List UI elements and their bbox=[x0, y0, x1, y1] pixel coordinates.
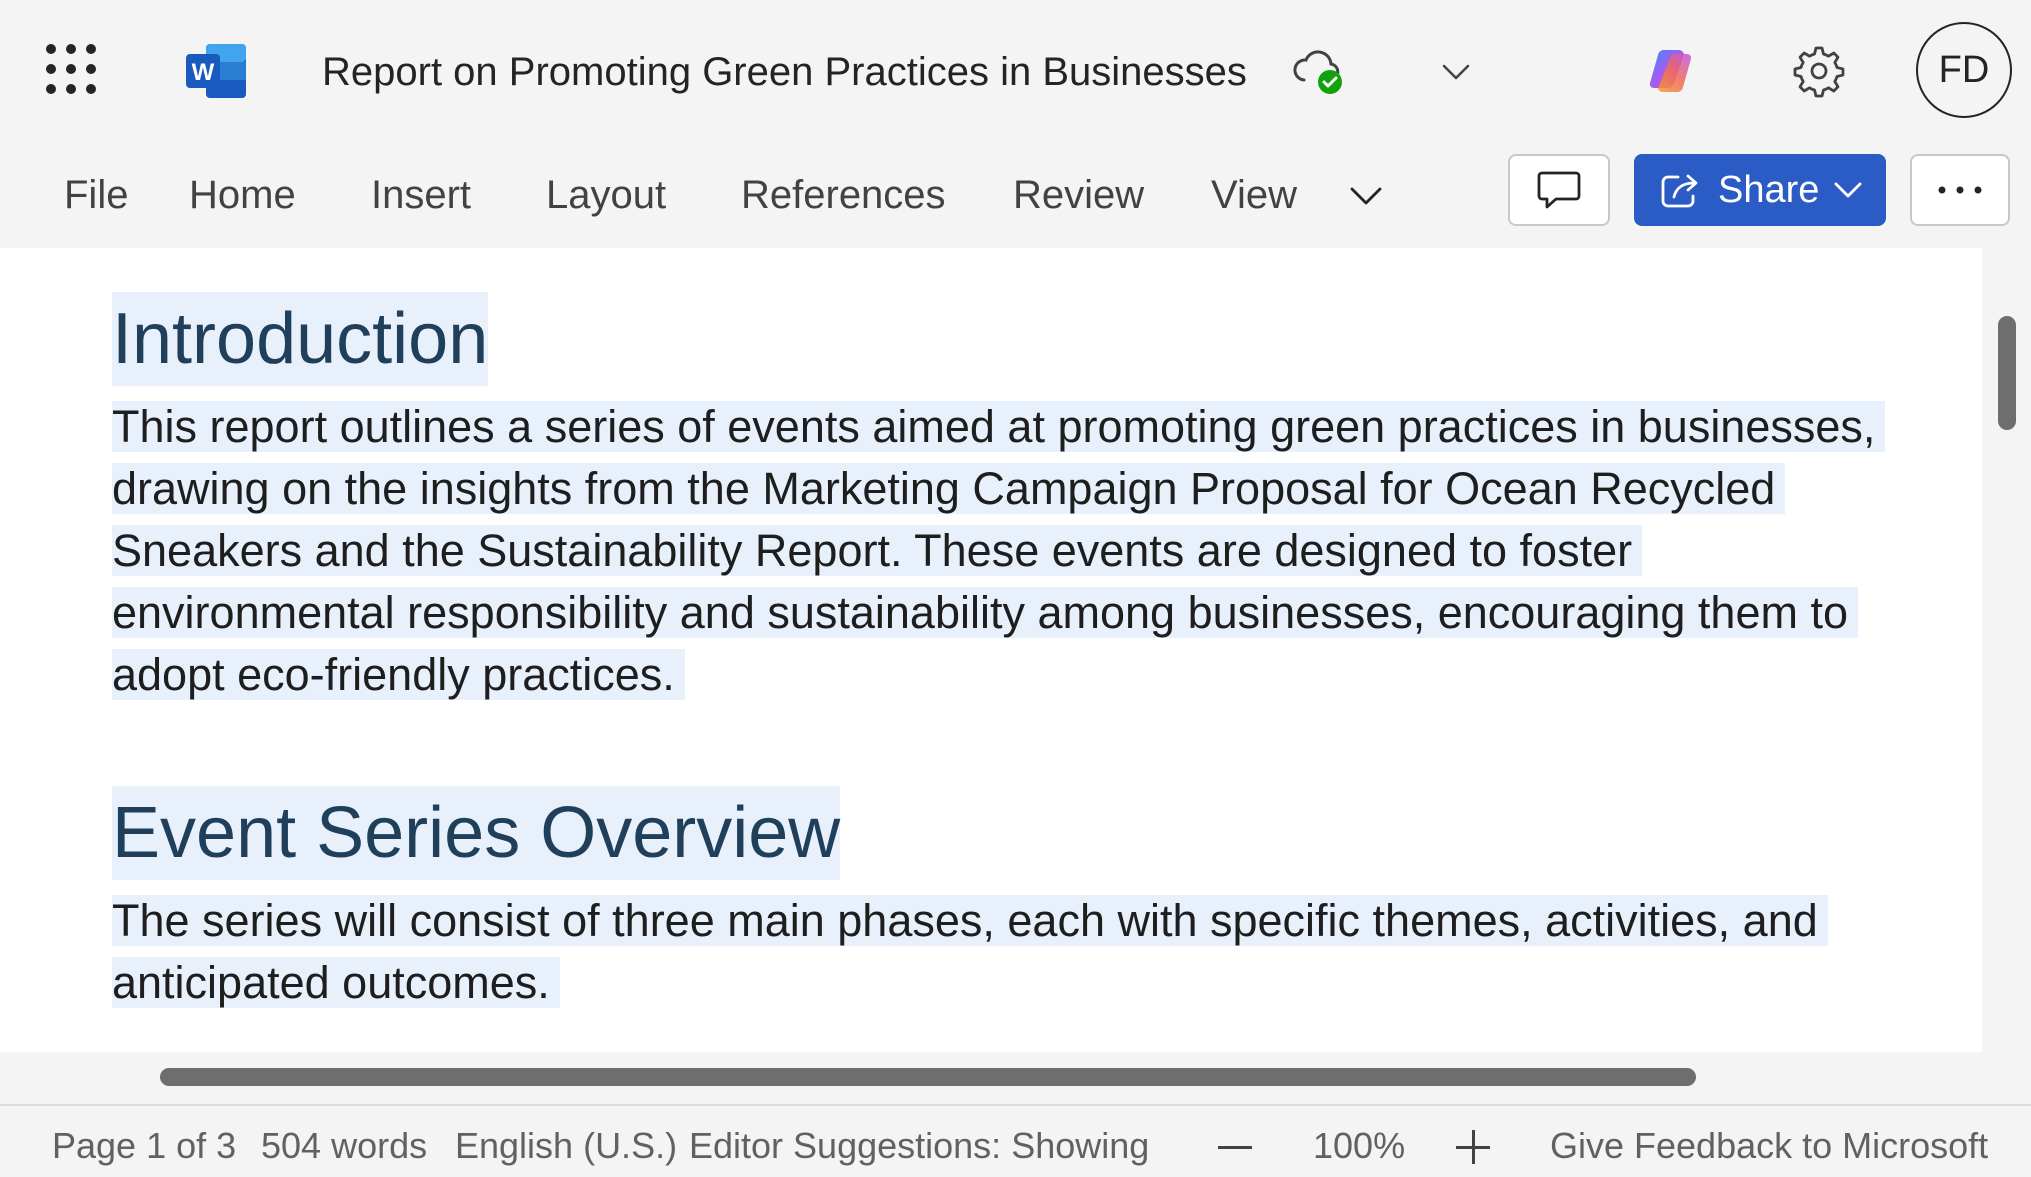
tab-file[interactable]: File bbox=[64, 170, 128, 220]
heading-introduction[interactable]: Introduction bbox=[112, 292, 489, 386]
editor-suggestions-status[interactable]: Editor Suggestions: Showing bbox=[689, 1124, 1149, 1168]
give-feedback-link[interactable]: Give Feedback to Microsoft bbox=[1550, 1124, 1988, 1168]
language-status[interactable]: English (U.S.) bbox=[455, 1124, 677, 1168]
tab-insert[interactable]: Insert bbox=[371, 170, 471, 220]
paragraph-introduction[interactable]: This report outlines a series of events … bbox=[112, 396, 1902, 706]
vertical-scrollbar-thumb[interactable] bbox=[1998, 316, 2016, 430]
share-icon bbox=[1661, 174, 1698, 208]
document-canvas[interactable]: Introduction This report outlines a seri… bbox=[0, 248, 1982, 1052]
more-options-button[interactable] bbox=[1910, 154, 2010, 226]
paragraph-event-series-overview-text: The series will consist of three main ph… bbox=[112, 895, 1828, 1008]
user-avatar[interactable]: FD bbox=[1916, 22, 2012, 118]
copilot-icon[interactable] bbox=[1645, 44, 1699, 98]
zoom-out-button[interactable] bbox=[1218, 1146, 1252, 1149]
paragraph-event-series-overview[interactable]: The series will consist of three main ph… bbox=[112, 890, 1902, 1014]
document-title[interactable]: Report on Promoting Green Practices in B… bbox=[322, 46, 1247, 98]
tab-references[interactable]: References bbox=[741, 170, 946, 220]
heading-event-series-overview[interactable]: Event Series Overview bbox=[112, 786, 841, 880]
zoom-level[interactable]: 100% bbox=[1313, 1124, 1405, 1168]
word-logo-letter: W bbox=[192, 59, 215, 86]
app-launcher-icon[interactable] bbox=[46, 44, 96, 94]
page-count[interactable]: Page 1 of 3 bbox=[52, 1124, 236, 1168]
comments-button[interactable] bbox=[1508, 154, 1610, 226]
cloud-check-icon[interactable] bbox=[1290, 46, 1346, 96]
title-bar: W Report on Promoting Green Practices in… bbox=[0, 0, 2031, 140]
share-chevron-down-icon bbox=[1835, 182, 1862, 198]
title-chevron-down-icon[interactable] bbox=[1440, 58, 1472, 86]
horizontal-scrollbar-thumb[interactable] bbox=[160, 1068, 1696, 1086]
word-count[interactable]: 504 words bbox=[261, 1124, 427, 1168]
word-logo-icon: W bbox=[186, 44, 246, 98]
tab-review[interactable]: Review bbox=[1013, 170, 1144, 220]
status-bar: Page 1 of 3 504 words English (U.S.) Edi… bbox=[0, 1106, 2031, 1177]
document-body[interactable]: Introduction This report outlines a seri… bbox=[112, 292, 1902, 1014]
tab-home[interactable]: Home bbox=[189, 170, 296, 220]
zoom-in-button[interactable] bbox=[1456, 1130, 1490, 1164]
comment-icon bbox=[1537, 171, 1581, 209]
tab-view[interactable]: View bbox=[1211, 170, 1297, 220]
gear-icon[interactable] bbox=[1792, 44, 1846, 98]
tab-layout[interactable]: Layout bbox=[546, 170, 666, 220]
paragraph-introduction-text: This report outlines a series of events … bbox=[112, 401, 1886, 700]
share-label: Share bbox=[1718, 168, 1820, 211]
ribbon: File Home Insert Layout References Revie… bbox=[0, 140, 2031, 248]
share-button[interactable]: Share bbox=[1634, 154, 1886, 226]
more-tabs-chevron-down-icon[interactable] bbox=[1348, 180, 1384, 212]
more-horizontal-icon bbox=[1938, 186, 1982, 194]
